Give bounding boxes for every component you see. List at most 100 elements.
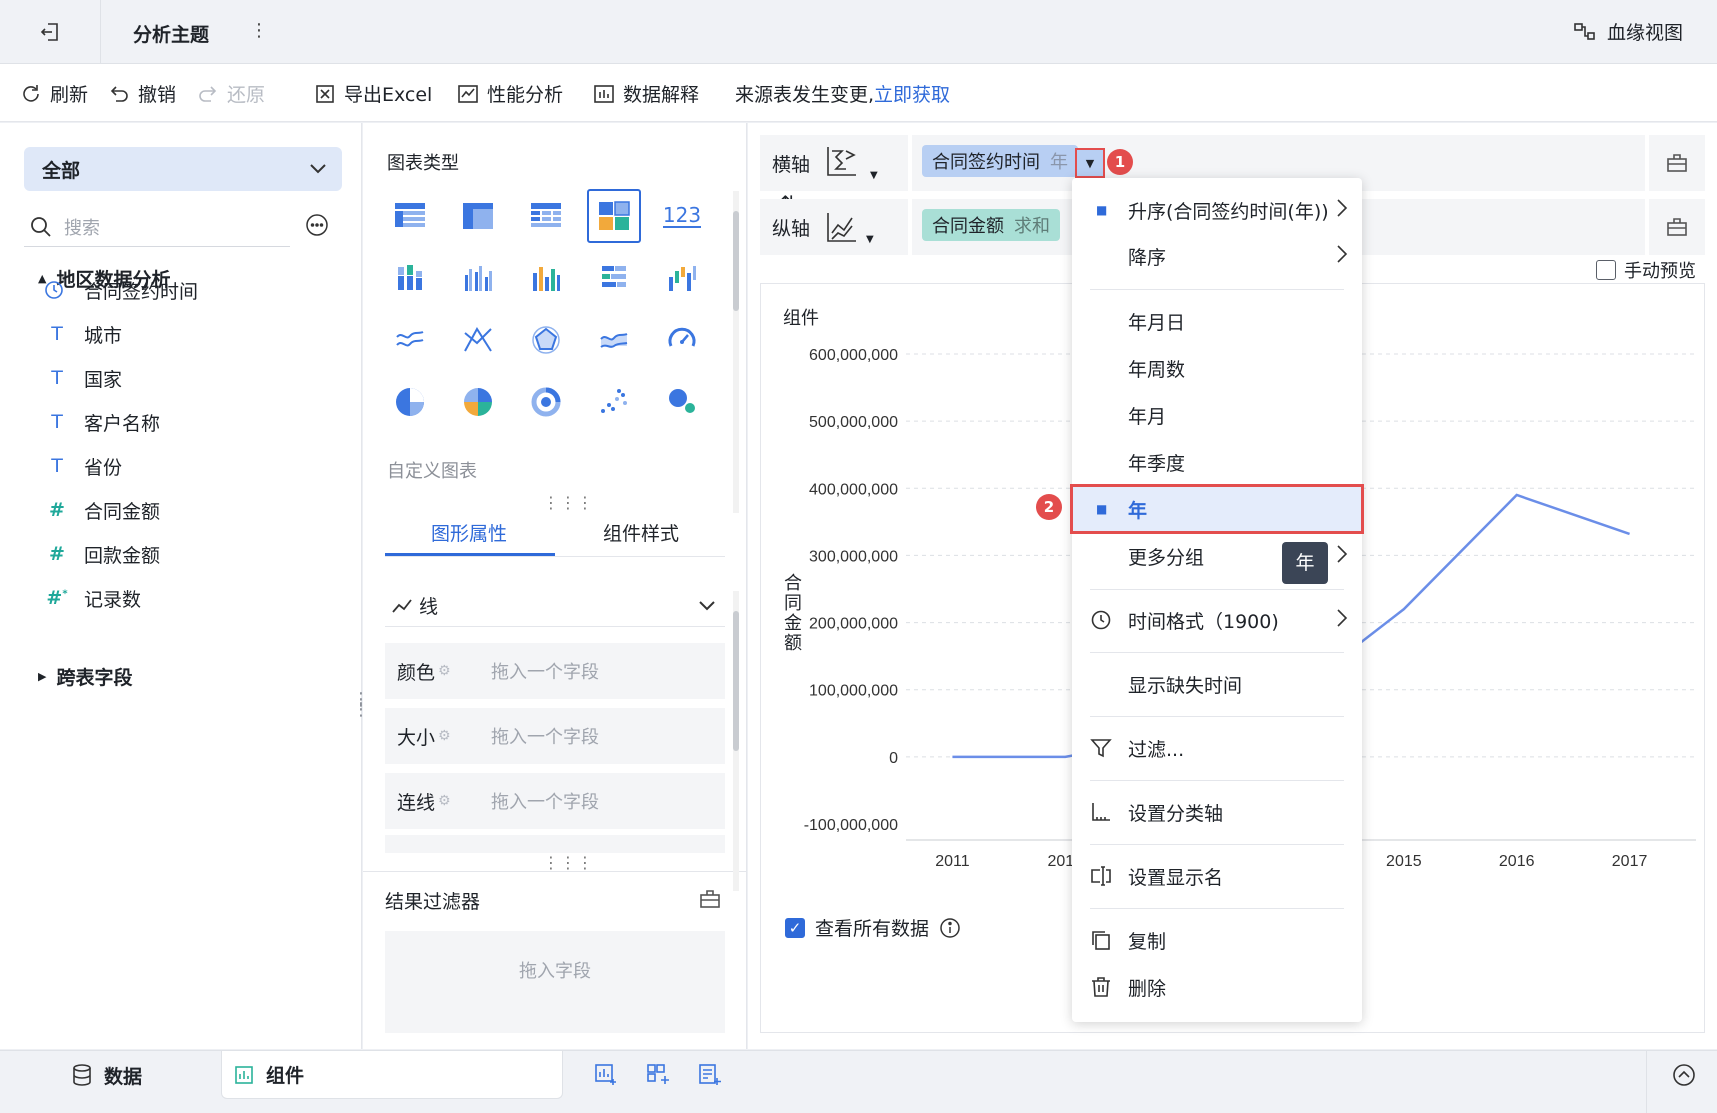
line-chart-icon[interactable] bbox=[383, 313, 437, 367]
checkbox[interactable] bbox=[1596, 260, 1616, 280]
checkbox-checked[interactable]: ✓ bbox=[785, 917, 805, 938]
field-item[interactable]: # 合同金额 bbox=[44, 495, 160, 525]
tree-group-cross-table[interactable]: ▶ 跨表字段 bbox=[38, 663, 132, 690]
x-field-pill[interactable]: 合同签约时间 年 bbox=[922, 145, 1078, 177]
drag-handle-icon[interactable]: ⋮⋮⋮ bbox=[543, 853, 594, 872]
data-point[interactable] bbox=[1627, 531, 1633, 537]
menu-item-ascending[interactable]: ■ 升序(合同签约时间(年)) bbox=[1072, 188, 1362, 232]
mark-type-select[interactable]: 线 bbox=[385, 585, 725, 627]
scrollbar[interactable] bbox=[733, 191, 739, 513]
gear-icon[interactable]: ⚙ bbox=[438, 728, 451, 744]
field-item[interactable]: T 客户名称 bbox=[44, 407, 160, 437]
clock-icon bbox=[1090, 609, 1112, 631]
multi-bar-icon[interactable] bbox=[519, 251, 573, 305]
cross-line-icon[interactable] bbox=[451, 313, 505, 367]
manual-preview-checkbox[interactable]: 手动预览 bbox=[1596, 257, 1696, 283]
menu-item-year-month[interactable]: 年月 bbox=[1072, 393, 1362, 437]
custom-chart-label[interactable]: 自定义图表 bbox=[387, 457, 477, 483]
tab-widget-style[interactable]: 组件样式 bbox=[603, 519, 679, 546]
menu-item-descending[interactable]: 降序 bbox=[1072, 234, 1362, 278]
menu-item-year-week[interactable]: 年周数 bbox=[1072, 346, 1362, 390]
pie-chart-icon[interactable] bbox=[383, 375, 437, 429]
radar-chart-icon[interactable] bbox=[519, 313, 573, 367]
add-dashboard-icon[interactable] bbox=[646, 1063, 670, 1087]
scrollbar[interactable] bbox=[733, 591, 739, 891]
number-card-icon[interactable]: 123 bbox=[655, 189, 709, 243]
donut-chart-icon[interactable] bbox=[519, 375, 573, 429]
add-widget-icon[interactable] bbox=[594, 1063, 618, 1087]
more-options-icon[interactable] bbox=[305, 213, 329, 237]
result-filter-drop-zone[interactable]: 拖入字段 bbox=[385, 931, 725, 1033]
view-all-label: 查看所有数据 bbox=[815, 918, 930, 940]
field-item[interactable]: T 省份 bbox=[44, 451, 122, 481]
scatter-chart-icon[interactable] bbox=[587, 375, 641, 429]
tab-data[interactable]: 数据 bbox=[72, 1051, 142, 1099]
data-point[interactable] bbox=[1062, 754, 1068, 760]
menu-item-time-format[interactable]: 时间格式（1900) bbox=[1072, 598, 1362, 642]
menu-item-show-missing-time[interactable]: 显示缺失时间 bbox=[1072, 662, 1362, 706]
bubble-chart-icon[interactable] bbox=[655, 375, 709, 429]
toolbox-icon[interactable] bbox=[699, 889, 721, 909]
field-item[interactable]: T 国家 bbox=[44, 363, 122, 393]
lineage-view-button[interactable]: 血缘视图 bbox=[1573, 18, 1683, 45]
field-item[interactable]: # 回款金额 bbox=[44, 539, 160, 569]
toolbox-icon[interactable] bbox=[1649, 135, 1705, 191]
axis-sort-icon[interactable] bbox=[824, 209, 860, 245]
menu-item-display-name[interactable]: 设置显示名 bbox=[1072, 854, 1362, 898]
info-icon[interactable] bbox=[939, 917, 961, 939]
waterfall-icon[interactable] bbox=[655, 251, 709, 305]
size-drop-zone[interactable]: 大小 ⚙ 拖入一个字段 bbox=[385, 708, 725, 764]
caret-down-icon[interactable]: ▼ bbox=[866, 234, 874, 245]
stacked-bar-icon[interactable] bbox=[383, 251, 437, 305]
data-explain-button[interactable]: 数据解释 bbox=[593, 80, 699, 107]
field-item[interactable]: #* 记录数 bbox=[44, 583, 141, 613]
data-point[interactable] bbox=[1514, 492, 1520, 498]
axis-sort-icon[interactable] bbox=[824, 143, 864, 183]
menu-item-copy[interactable]: 复制 bbox=[1072, 918, 1362, 962]
gear-icon[interactable]: ⚙ bbox=[438, 793, 451, 809]
grouped-table-icon[interactable] bbox=[451, 189, 505, 243]
redo-button[interactable]: 还原 bbox=[197, 80, 265, 107]
cross-table-icon[interactable] bbox=[519, 189, 573, 243]
search-input[interactable]: 搜索 bbox=[24, 207, 290, 247]
undo-button[interactable]: 撤销 bbox=[108, 80, 176, 107]
perf-analysis-button[interactable]: 性能分析 bbox=[457, 80, 563, 107]
widget-icon bbox=[234, 1065, 254, 1085]
toolbox-icon[interactable] bbox=[1649, 199, 1705, 255]
export-excel-button[interactable]: 导出Excel bbox=[314, 80, 432, 107]
bar-ranking-icon[interactable] bbox=[587, 251, 641, 305]
field-item[interactable]: 合同签约时间 bbox=[44, 275, 198, 305]
area-chart-icon[interactable] bbox=[587, 313, 641, 367]
gauge-icon[interactable] bbox=[655, 313, 709, 367]
gear-icon[interactable]: ⚙ bbox=[438, 663, 451, 679]
field-item[interactable]: T 城市 bbox=[44, 319, 122, 349]
multi-pie-icon[interactable] bbox=[451, 375, 505, 429]
tab-graphic-props[interactable]: 图形属性 bbox=[431, 519, 507, 546]
refresh-button[interactable]: 刷新 bbox=[20, 80, 88, 107]
data-point[interactable] bbox=[949, 754, 955, 760]
menu-item-year-quarter[interactable]: 年季度 bbox=[1072, 440, 1362, 484]
scope-select[interactable]: 全部 bbox=[24, 147, 342, 191]
grouped-bar-icon[interactable] bbox=[451, 251, 505, 305]
more-vertical-icon[interactable]: ⋮ bbox=[250, 20, 268, 41]
exit-icon[interactable] bbox=[38, 20, 62, 44]
y-field-pill[interactable]: 合同金额 求和 bbox=[922, 209, 1060, 241]
fetch-now-link[interactable]: 立即获取 bbox=[874, 80, 950, 107]
field-label: 合同签约时间 bbox=[84, 280, 199, 303]
table-chart-icon[interactable] bbox=[383, 189, 437, 243]
data-point[interactable] bbox=[1401, 606, 1407, 612]
caret-down-icon[interactable]: ▼ bbox=[870, 170, 878, 181]
connect-drop-zone[interactable]: 连线 ⚙ 拖入一个字段 bbox=[385, 773, 725, 829]
menu-item-category-axis[interactable]: 设置分类轴 bbox=[1072, 790, 1362, 834]
auto-chart-icon[interactable] bbox=[587, 189, 641, 243]
menu-item-filter[interactable]: 过滤... bbox=[1072, 726, 1362, 770]
collapse-up-icon[interactable] bbox=[1672, 1063, 1696, 1087]
color-drop-zone[interactable]: 颜色 ⚙ 拖入一个字段 bbox=[385, 643, 725, 699]
add-report-icon[interactable] bbox=[698, 1063, 722, 1087]
view-all-data-checkbox[interactable]: ✓ 查看所有数据 bbox=[785, 914, 961, 941]
menu-item-year-month-day[interactable]: 年月日 bbox=[1072, 299, 1362, 343]
menu-item-year[interactable]: ■ 年 bbox=[1070, 484, 1364, 534]
tab-widget[interactable]: 组件 bbox=[221, 1051, 563, 1099]
menu-item-delete[interactable]: 删除 bbox=[1072, 965, 1362, 1009]
x-field-dropdown-toggle[interactable]: ▼ bbox=[1075, 148, 1105, 178]
